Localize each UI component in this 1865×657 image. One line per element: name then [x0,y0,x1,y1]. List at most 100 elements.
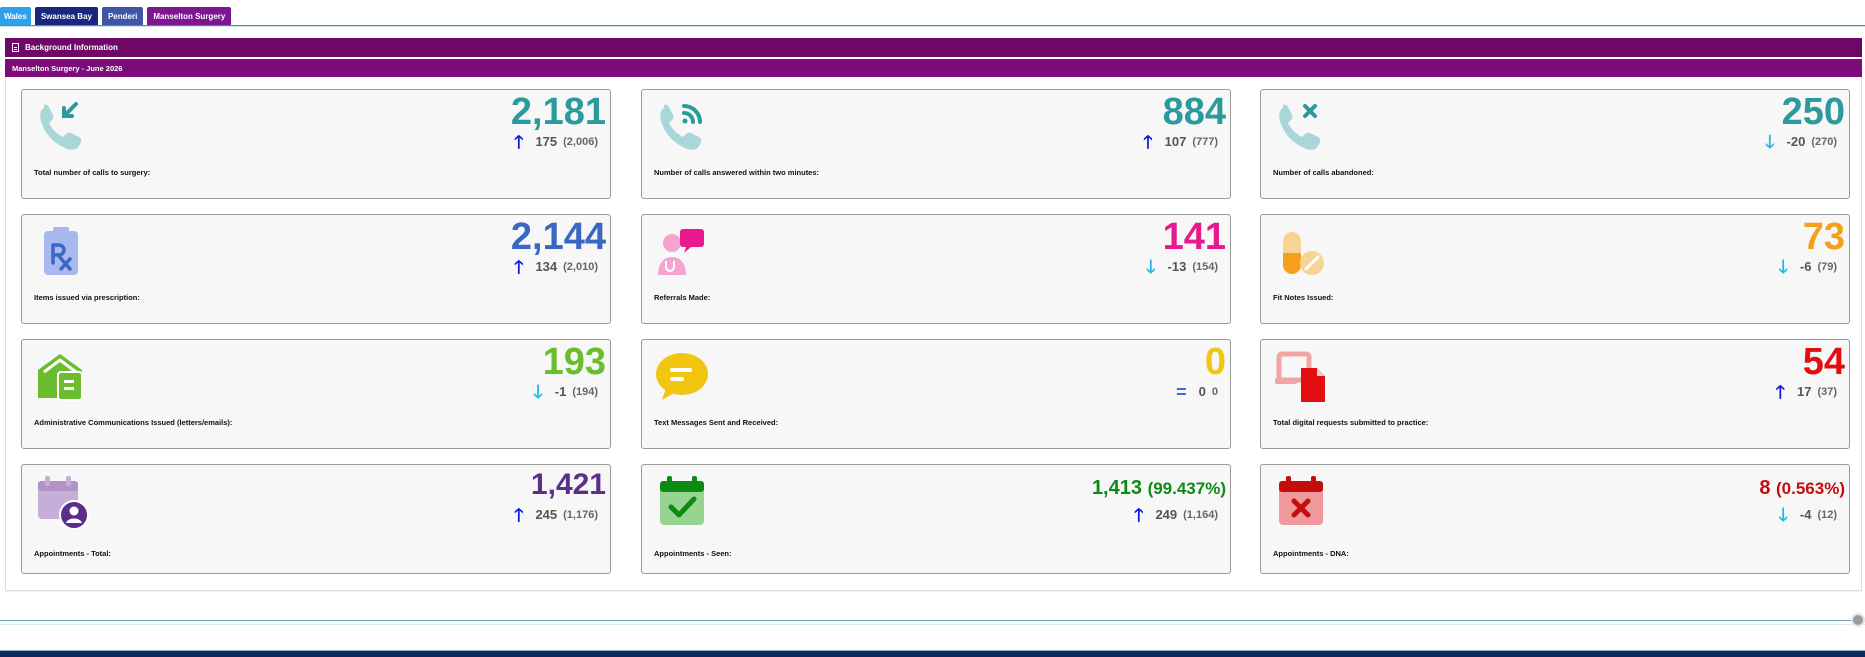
footer-bar [0,650,1865,657]
stat-change: = 0 0 [1176,383,1218,401]
stat-value: 193 [542,341,606,383]
stat-value: 141 [1162,216,1226,258]
arrow-up-icon: 🡑 [514,504,524,525]
stat-change: 🡓 -13 (154) [1146,258,1218,276]
previous-value: (37) [1817,385,1837,398]
stat-change: 🡓 -6 (79) [1778,256,1838,277]
previous-value: (777) [1192,135,1218,148]
content-panel: Background Information Manselton Surgery… [5,38,1862,592]
change-value: 0 [1198,384,1206,399]
stat-label: Number of calls answered within two minu… [654,168,820,177]
stat-change: 🡓 -20 (270) [1765,133,1837,151]
stat-card-appointments-seen: 1,413 (99.437%) 🡑 249 (1,164) Appointmen… [641,464,1231,574]
stat-label: Text Messages Sent and Received: [654,418,779,427]
change-value: 245 [535,507,558,522]
change-value: 249 [1155,507,1178,522]
stat-card-calls-answered: 884 🡑 107 (777) Number of calls answered… [641,89,1231,199]
previous-value: 0 [1211,385,1218,398]
stat-change: 🡓 -4 (12) [1778,504,1838,525]
stat-value-number: 1,413 [1091,477,1142,499]
stat-value: 0 [1204,341,1226,383]
change-value: 17 [1796,384,1812,399]
footer-divider-light [0,624,1865,625]
stat-change: 🡓 -1 (194) [533,381,598,402]
arrow-down-icon: 🡓 [1778,504,1788,525]
previous-value: (1,164) [1183,508,1218,521]
arrow-up-icon: 🡑 [514,256,524,277]
stat-value: 2,144 [510,216,606,258]
tab-swansea-bay[interactable]: Swansea Bay [34,7,98,26]
section-title-bar: Manselton Surgery - June 2026 [5,59,1862,77]
stat-percent: (0.563%) [1776,479,1845,498]
calendar-check-icon [660,476,704,525]
change-value: -20 [1786,134,1806,149]
stat-label: Appointments - Seen: [654,549,732,558]
stat-label: Appointments - Total: [34,549,111,558]
tab-manselton-surgery[interactable]: Manselton Surgery [147,7,232,26]
tab-divider [0,25,1865,27]
calendar-cross-icon [1279,476,1323,525]
previous-value: (1,176) [563,508,598,521]
stat-change: 🡑 134 (2,010) [514,256,598,277]
stat-change: 🡑 107 (777) [1143,131,1218,152]
arrow-down-icon: 🡓 [1778,256,1788,277]
phone-missed-icon [1279,104,1321,150]
stat-label: Number of calls abandoned: [1273,168,1374,177]
phone-signal-icon [660,104,702,150]
stat-card-appointments-dna: 8 (0.563%) 🡓 -4 (12) Appointments - DNA: [1260,464,1850,574]
background-information-bar[interactable]: Background Information [5,38,1862,57]
phone-incoming-icon [40,102,82,150]
stat-card-digital-requests: 54 🡑 17 (37) Total digital requests subm… [1260,339,1850,449]
previous-value: (194) [572,385,598,398]
background-information-label: Background Information [25,43,118,52]
change-value: -1 [554,384,567,399]
stat-value: 1,421 [530,468,606,501]
stat-change: 🡑 245 (1,176) [514,504,598,525]
stat-value: 54 [1802,341,1845,383]
stat-label: Administrative Communications Issued (le… [34,418,233,427]
stat-label: Fit Notes Issued: [1273,293,1334,302]
stat-value: 73 [1802,216,1845,258]
stat-label: Items issued via prescription: [34,293,140,302]
scroll-handle[interactable] [1851,613,1865,627]
change-value: 134 [535,259,558,274]
mail-house-icon [38,354,83,401]
tab-penderi[interactable]: Penderi [101,7,144,26]
change-value: -6 [1799,259,1812,274]
prescription-icon [44,227,78,275]
change-value: 175 [535,134,558,149]
arrow-down-icon: 🡓 [533,381,543,402]
stat-value: 250 [1781,91,1845,133]
doctor-referral-icon [658,229,704,275]
stat-percent: (99.437%) [1147,479,1226,498]
previous-value: (154) [1192,260,1218,273]
change-value: 107 [1164,134,1187,149]
stat-value: 8 (0.563%) [1759,477,1845,500]
stat-card-admin-comms: 193 🡓 -1 (194) Administrative Communicat… [21,339,611,449]
stat-card-total-calls: 2,181 🡑 175 (2,006) Total number of call… [21,89,611,199]
arrow-up-icon: 🡑 [1143,131,1153,152]
chat-bubble-icon [656,353,708,400]
previous-value: (270) [1811,135,1837,148]
stat-label: Total number of calls to surgery: [34,168,151,177]
stat-card-prescriptions: 2,144 🡑 134 (2,010) Items issued via pre… [21,214,611,324]
arrow-up-icon: 🡑 [1775,381,1785,402]
stat-label: Appointments - DNA: [1273,549,1349,558]
stat-card-fit-notes: 73 🡓 -6 (79) Fit Notes Issued: [1260,214,1850,324]
previous-value: (12) [1817,508,1837,521]
tab-wales[interactable]: Wales [0,7,31,26]
footer-divider [0,620,1865,621]
stat-change: 🡑 175 (2,006) [514,131,598,152]
stat-value: 2,181 [510,91,606,133]
section-title: Manselton Surgery - June 2026 [12,63,123,73]
tab-bar: Wales Swansea Bay Penderi Manselton Surg… [0,7,232,27]
arrow-up-icon: 🡑 [514,131,524,152]
previous-value: (2,010) [563,260,598,273]
stat-change: 🡑 249 (1,164) [1134,506,1218,524]
stat-card-appointments-total: 1,421 🡑 245 (1,176) Appointments - Total… [21,464,611,574]
stat-card-referrals: 141 🡓 -13 (154) Referrals Made: [641,214,1231,324]
digital-request-icon [1275,351,1325,402]
stat-card-calls-abandoned: 250 🡓 -20 (270) Number of calls abandone… [1260,89,1850,199]
stat-label: Total digital requests submitted to prac… [1273,418,1429,427]
document-icon [12,43,19,52]
